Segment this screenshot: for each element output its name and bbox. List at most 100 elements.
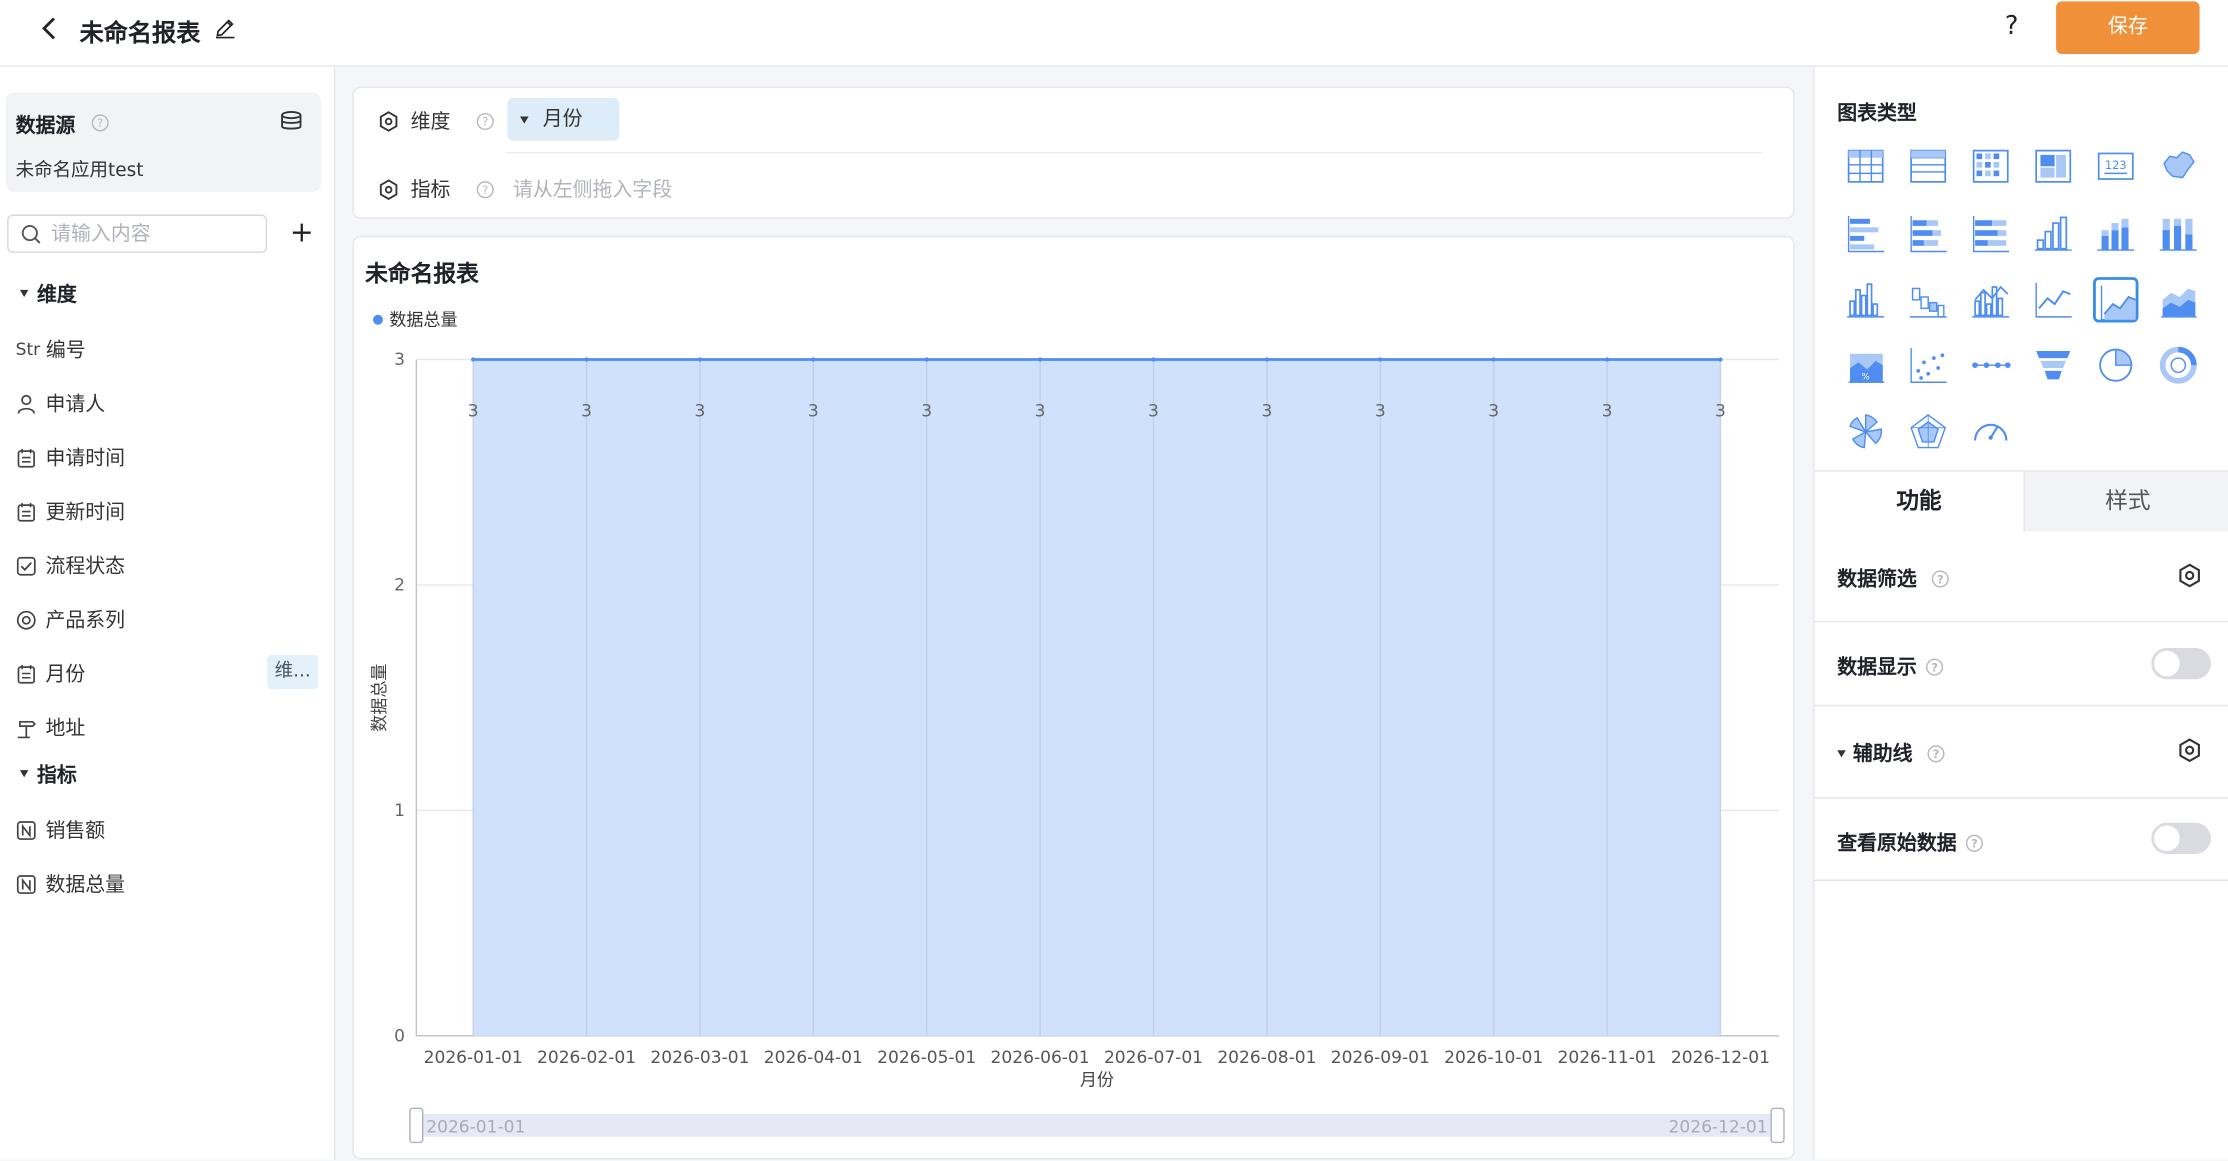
line-column-icon[interactable] [1968,277,2013,322]
x-tick-label: 2026-10-01 [1444,1048,1543,1068]
metric-drop-placeholder[interactable]: 请从左侧拖入字段 [513,175,672,203]
field-item-address[interactable]: 地址 [16,712,86,743]
zoom-handle-end[interactable] [1770,1107,1785,1144]
field-item-apply-time[interactable]: 申请时间 [16,442,125,473]
line-chart-icon[interactable] [2030,277,2075,322]
metric-label: 指标 [410,179,451,202]
option-label: 数据筛选 ? [1837,564,1949,592]
question-icon[interactable]: ? [476,112,494,130]
pie-chart-icon[interactable] [2093,342,2138,387]
data-label: 3 [1261,401,1272,421]
dimension-row: 维度 ? [378,107,495,135]
settings-icon[interactable] [2177,563,2203,589]
percent-area-icon[interactable]: % [1843,342,1888,387]
x-tick-label: 2026-05-01 [877,1048,976,1068]
rose-chart-icon[interactable] [1843,409,1888,454]
chart-type-header: 图表类型 [1837,102,1917,126]
dimensions-section-header[interactable]: 维度 [19,280,77,308]
detail-table-icon[interactable] [1905,144,1950,189]
table-chart-icon[interactable] [1843,144,1888,189]
view-raw-data-toggle[interactable] [2151,822,2211,854]
data-display-toggle[interactable] [2151,647,2211,680]
field-item-update-time[interactable]: 更新时间 [16,496,125,527]
x-tick-label: 2026-08-01 [1217,1048,1316,1068]
data-point [1264,357,1270,362]
field-item-applicant[interactable]: 申请人 [16,388,106,419]
question-icon[interactable]: ? [91,114,109,132]
option-label: 数据显示 ? [1837,652,1944,680]
top-bar: 未命名报表 ? 保存 [0,0,2228,67]
settings-icon[interactable] [378,110,399,132]
grouped-column-icon[interactable] [1843,277,1888,322]
relation-icon[interactable] [1968,342,2013,387]
in-use-dimension-tag: 维... [267,655,319,690]
edit-pencil-icon[interactable] [215,17,236,39]
option-label[interactable]: 辅助线 ? [1837,739,1945,767]
scatter-icon[interactable] [1905,342,1950,387]
percent-bar-icon[interactable] [1968,210,2013,255]
funnel-icon[interactable] [2030,342,2075,387]
question-icon[interactable]: ? [476,180,494,198]
field-panel: 数据源 ? 未命名应用test + 维度 Str编号 申请人 申请时间 更新时间… [0,66,336,1160]
question-icon[interactable]: ? [1925,657,1944,675]
option-auxiliary-line: 辅助线 ? [1814,705,2228,799]
map-chart-icon[interactable] [2156,144,2201,189]
question-icon[interactable]: ? [1927,744,1945,762]
caret-down-icon[interactable] [520,116,529,124]
field-item-month[interactable]: 月份 [16,658,86,689]
chart-card: 未命名报表 数据总量 0 1 2 3 3 2026-01-01 3 2026-02-01 3 202… [352,235,1795,1160]
caret-down-icon [19,769,29,777]
zoom-slider-track [416,1114,1781,1137]
data-label: 3 [695,401,706,421]
number-card-icon[interactable]: 123 [2093,144,2138,189]
dimension-label: 维度 [410,110,451,134]
datasource-app-name[interactable]: 未命名应用test [16,155,144,182]
database-switch-icon[interactable] [280,111,304,132]
field-item-sales[interactable]: 销售额 [16,814,106,845]
y-axis-title: 数据总量 [370,664,390,732]
search-input[interactable] [51,220,258,248]
svg-text:%: % [1862,372,1870,382]
svg-text:?: ? [1971,836,1978,850]
option-view-raw-data: 查看原始数据 ? [1814,797,2228,881]
settings-icon[interactable] [2177,737,2203,763]
card-icon[interactable] [2030,144,2075,189]
field-item-process-status[interactable]: 流程状态 [16,550,125,581]
field-item-id[interactable]: Str 编号 [16,334,86,365]
percent-column-icon[interactable] [2156,210,2201,255]
area-chart: 数据总量 0 1 2 3 3 2026-01-01 3 2026-02-01 3 2026-03-0… [370,310,1785,1144]
zoom-handle-start[interactable] [409,1107,424,1144]
question-icon[interactable]: ? [1931,569,1949,587]
radar-chart-icon[interactable] [1905,409,1950,454]
caret-down-icon [1837,749,1846,757]
bar-chart-icon[interactable] [1843,210,1888,255]
dimension-chip-month[interactable]: 月份 [507,98,620,141]
tab-function[interactable]: 功能 [1814,471,2024,532]
field-item-data-total[interactable]: 数据总量 [16,868,125,899]
tab-style[interactable]: 样式 [2023,471,2228,532]
legend-label: 数据总量 [389,310,457,330]
waterfall-icon[interactable] [1905,277,1950,322]
field-item-product-series[interactable]: 产品系列 [16,604,125,635]
question-icon[interactable]: ? [1965,833,1983,852]
x-tick-label: 2026-01-01 [424,1048,523,1068]
metrics-section-header[interactable]: 指标 [19,760,77,788]
help-icon[interactable]: ? [2005,11,2019,41]
donut-chart-icon[interactable] [2156,342,2201,387]
add-field-icon[interactable]: + [290,217,314,245]
stacked-column-icon[interactable] [2093,210,2138,255]
report-title: 未命名报表 [79,19,201,49]
stacked-area-icon[interactable] [2156,277,2201,322]
column-chart-icon[interactable] [2030,210,2075,255]
save-button[interactable]: 保存 [2056,1,2200,54]
area-chart-icon[interactable] [2093,277,2139,323]
stacked-bar-icon[interactable] [1905,210,1950,255]
back-arrow-icon[interactable] [40,16,60,42]
settings-icon[interactable] [378,178,399,200]
location-icon [17,720,37,738]
field-search-box[interactable] [7,214,268,253]
svg-text:?: ? [482,182,488,196]
crosstab-icon[interactable] [1968,144,2013,189]
svg-text:?: ? [1933,746,1940,760]
gauge-chart-icon[interactable] [1968,409,2013,454]
